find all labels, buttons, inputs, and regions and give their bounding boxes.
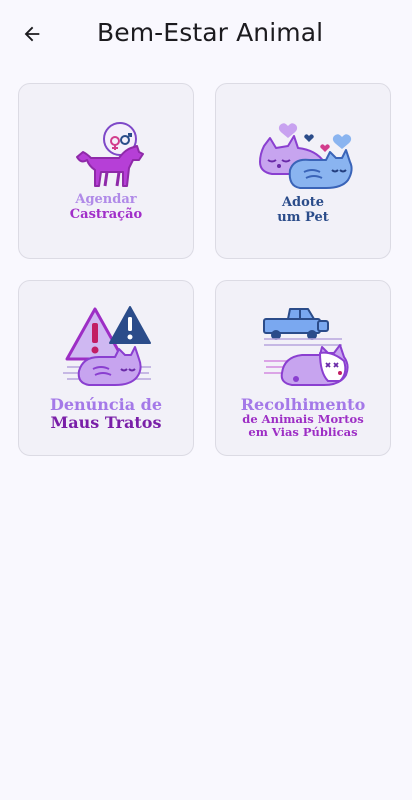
truck-icon — [263, 308, 329, 340]
card-label-line2: um Pet — [277, 210, 329, 225]
card-agendar-castracao[interactable]: Agendar Castração — [18, 83, 194, 259]
page-title: Bem-Estar Animal — [97, 18, 324, 47]
card-label-line1: Denúncia de — [49, 395, 163, 414]
card-label-line2: Maus Tratos — [50, 413, 162, 432]
card-denuncia-maus-tratos[interactable]: Denúncia de Maus Tratos — [18, 280, 194, 456]
card-label-line1: Recolhimento — [240, 395, 366, 414]
card-label-line3: em Vias Públicas — [248, 425, 358, 439]
card-label-line1: Agendar — [75, 192, 137, 207]
back-button[interactable] — [14, 16, 50, 52]
card-label-line1: Adote — [281, 195, 325, 210]
cat-dog-illustration — [259, 123, 353, 189]
dog-gender-illustration — [76, 122, 144, 187]
card-label-line2: Castração — [69, 207, 143, 222]
card-label-line2: de Animais Mortos — [242, 412, 364, 426]
card-adote-pet[interactable]: Adote um Pet — [215, 83, 391, 259]
card-recolhimento[interactable]: Recolhimento de Animais Mortos em Vias P… — [215, 280, 391, 456]
app-bar: Bem-Estar Animal — [0, 0, 412, 66]
arrow-left-icon — [24, 26, 40, 42]
